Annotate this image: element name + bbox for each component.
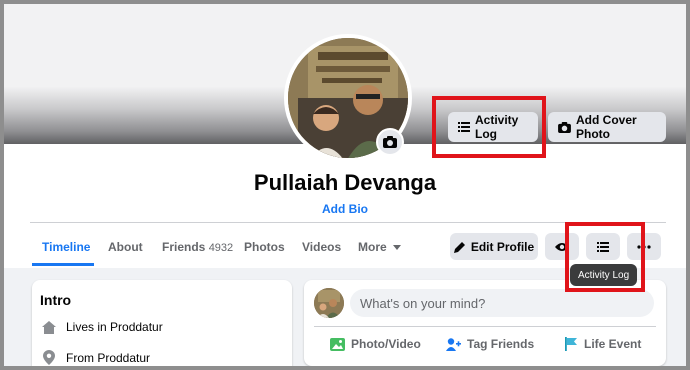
edit-profile-button[interactable]: Edit Profile bbox=[450, 233, 538, 260]
tag-friends-button[interactable]: Tag Friends bbox=[446, 337, 534, 351]
home-icon bbox=[40, 320, 58, 334]
screenshot-frame: Activity Log Add Cover Photo Pullaiah De… bbox=[0, 0, 690, 370]
add-cover-photo-button[interactable]: Add Cover Photo bbox=[548, 112, 666, 142]
add-cover-photo-label: Add Cover Photo bbox=[576, 113, 637, 141]
eye-icon bbox=[555, 242, 569, 251]
profile-name: Pullaiah Devanga bbox=[253, 170, 437, 195]
lives-in-text: Lives in Proddatur bbox=[66, 320, 163, 334]
intro-from: From Proddatur bbox=[40, 350, 150, 365]
photo-video-label: Photo/Video bbox=[351, 337, 421, 351]
camera-icon bbox=[558, 121, 571, 133]
list-icon bbox=[597, 241, 609, 252]
activity-log-label: Activity Log bbox=[475, 113, 519, 141]
tag-friends-icon bbox=[446, 337, 461, 351]
life-event-label: Life Event bbox=[584, 337, 642, 351]
tab-friends-label: Friends bbox=[162, 240, 206, 254]
from-text: From Proddatur bbox=[66, 350, 151, 365]
more-options-button[interactable] bbox=[627, 233, 661, 260]
composer-divider bbox=[314, 326, 656, 327]
photo-video-button[interactable]: Photo/Video bbox=[330, 337, 421, 351]
active-tab-indicator bbox=[32, 263, 94, 266]
header-divider bbox=[30, 222, 666, 223]
tag-friends-label: Tag Friends bbox=[467, 337, 535, 351]
tab-photos[interactable]: Photos bbox=[244, 240, 285, 254]
intro-title: Intro bbox=[40, 292, 72, 308]
tab-videos[interactable]: Videos bbox=[302, 240, 341, 254]
camera-icon bbox=[383, 136, 397, 148]
activity-log-button[interactable]: Activity Log bbox=[448, 112, 538, 142]
composer-avatar bbox=[314, 288, 344, 318]
life-event-button[interactable]: Life Event bbox=[564, 337, 641, 351]
activity-log-icon-button[interactable] bbox=[586, 233, 620, 260]
list-icon bbox=[458, 122, 470, 132]
change-profile-picture-button[interactable] bbox=[376, 128, 404, 156]
tab-timeline[interactable]: Timeline bbox=[42, 240, 90, 254]
photo-icon bbox=[330, 337, 345, 351]
tab-about[interactable]: About bbox=[108, 240, 143, 254]
edit-profile-label: Edit Profile bbox=[470, 239, 535, 254]
tab-more[interactable]: More bbox=[358, 240, 402, 254]
tab-friends[interactable]: Friends 4932 bbox=[162, 240, 233, 254]
tab-more-label: More bbox=[358, 240, 387, 254]
friends-count: 4932 bbox=[208, 242, 234, 254]
whats-on-your-mind-input[interactable]: What's on your mind? bbox=[350, 289, 654, 317]
pencil-icon bbox=[453, 241, 465, 253]
ellipsis-icon bbox=[637, 244, 651, 249]
view-as-button[interactable] bbox=[545, 233, 579, 260]
flag-icon bbox=[564, 337, 578, 351]
caret-down-icon bbox=[393, 245, 402, 250]
add-bio-link[interactable]: Add Bio bbox=[4, 202, 686, 216]
activity-log-tooltip: Activity Log bbox=[570, 264, 638, 286]
intro-lives-in: Lives in Proddatur bbox=[40, 320, 163, 334]
location-pin-icon bbox=[40, 350, 58, 365]
